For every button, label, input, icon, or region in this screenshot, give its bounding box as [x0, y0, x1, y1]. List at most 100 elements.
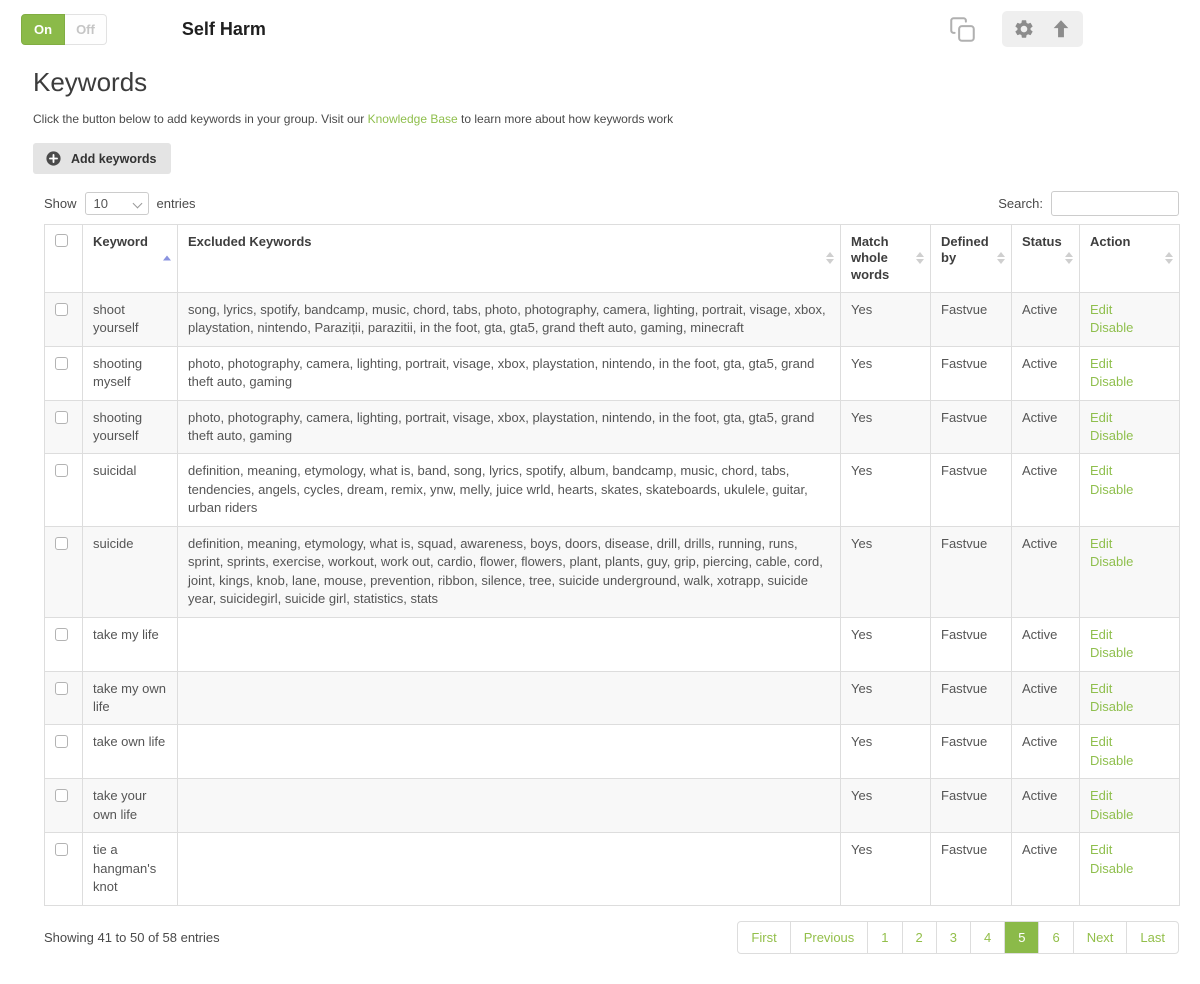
- column-header-keyword[interactable]: Keyword: [83, 225, 178, 293]
- row-checkbox[interactable]: [55, 464, 68, 477]
- select-all-checkbox[interactable]: [55, 234, 68, 247]
- keyword-cell: tie a hangman's knot: [83, 833, 178, 905]
- edit-link[interactable]: Edit: [1090, 734, 1112, 749]
- disable-link[interactable]: Disable: [1090, 374, 1133, 389]
- edit-link[interactable]: Edit: [1090, 842, 1112, 857]
- entries-label: entries: [157, 196, 196, 211]
- match-whole-words-cell: Yes: [841, 833, 931, 905]
- column-header-excluded-label: Excluded Keywords: [188, 234, 312, 249]
- status-cell: Active: [1012, 779, 1080, 833]
- toggle-on-button[interactable]: On: [21, 14, 65, 45]
- column-header-action[interactable]: Action: [1080, 225, 1180, 293]
- column-header-match-whole-words[interactable]: Match whole words: [841, 225, 931, 293]
- page-button-next[interactable]: Next: [1074, 922, 1128, 953]
- page-button-5[interactable]: 5: [1005, 922, 1039, 953]
- excluded-keywords-cell: photo, photography, camera, lighting, po…: [178, 400, 841, 454]
- edit-link[interactable]: Edit: [1090, 356, 1112, 371]
- row-checkbox[interactable]: [55, 357, 68, 370]
- add-keywords-button[interactable]: Add keywords: [33, 143, 171, 174]
- row-select-cell: [45, 833, 83, 905]
- page-button-previous[interactable]: Previous: [791, 922, 869, 953]
- row-checkbox[interactable]: [55, 682, 68, 695]
- edit-link[interactable]: Edit: [1090, 681, 1112, 696]
- column-header-status[interactable]: Status: [1012, 225, 1080, 293]
- action-cell: Edit Disable: [1080, 292, 1180, 346]
- page-button-3[interactable]: 3: [937, 922, 971, 953]
- show-label: Show: [44, 196, 77, 211]
- excluded-keywords-cell: [178, 671, 841, 725]
- page-button-2[interactable]: 2: [903, 922, 937, 953]
- status-cell: Active: [1012, 454, 1080, 526]
- status-cell: Active: [1012, 292, 1080, 346]
- row-select-cell: [45, 454, 83, 526]
- column-header-excluded-keywords[interactable]: Excluded Keywords: [178, 225, 841, 293]
- disable-link[interactable]: Disable: [1090, 645, 1133, 660]
- edit-link[interactable]: Edit: [1090, 463, 1112, 478]
- excluded-keywords-cell: [178, 725, 841, 779]
- topbar: On Off Self Harm: [0, 0, 1200, 51]
- row-select-cell: [45, 526, 83, 617]
- disable-link[interactable]: Disable: [1090, 320, 1133, 335]
- settings-icon-group: [1002, 11, 1083, 47]
- edit-link[interactable]: Edit: [1090, 410, 1112, 425]
- match-whole-words-cell: Yes: [841, 292, 931, 346]
- keyword-cell: take your own life: [83, 779, 178, 833]
- row-checkbox[interactable]: [55, 843, 68, 856]
- disable-link[interactable]: Disable: [1090, 428, 1133, 443]
- knowledge-base-link[interactable]: Knowledge Base: [368, 112, 458, 126]
- group-title: Self Harm: [182, 19, 266, 40]
- search-input[interactable]: [1051, 191, 1179, 216]
- excluded-keywords-cell: definition, meaning, etymology, what is,…: [178, 454, 841, 526]
- row-checkbox[interactable]: [55, 303, 68, 316]
- keyword-cell: suicide: [83, 526, 178, 617]
- page-button-6[interactable]: 6: [1039, 922, 1073, 953]
- row-checkbox[interactable]: [55, 789, 68, 802]
- column-header-keyword-label: Keyword: [93, 234, 148, 249]
- disable-link[interactable]: Disable: [1090, 861, 1133, 876]
- keyword-cell: shooting yourself: [83, 400, 178, 454]
- defined-by-cell: Fastvue: [931, 400, 1012, 454]
- table-row: take my own life Yes Fastvue Active Edit…: [45, 671, 1180, 725]
- action-cell: Edit Disable: [1080, 833, 1180, 905]
- disable-link[interactable]: Disable: [1090, 699, 1133, 714]
- toggle-off-button[interactable]: Off: [65, 14, 107, 45]
- match-whole-words-cell: Yes: [841, 454, 931, 526]
- row-checkbox[interactable]: [55, 411, 68, 424]
- sort-both-icon: [1065, 252, 1073, 264]
- column-header-defined-by[interactable]: Defined by: [931, 225, 1012, 293]
- edit-link[interactable]: Edit: [1090, 788, 1112, 803]
- row-select-cell: [45, 292, 83, 346]
- upload-arrow-icon[interactable]: [1050, 18, 1072, 40]
- copy-icon[interactable]: [949, 16, 976, 43]
- edit-link[interactable]: Edit: [1090, 627, 1112, 642]
- page-title: Keywords: [33, 67, 1179, 98]
- table-header-row: Keyword Excluded Keywords Match whole wo…: [45, 225, 1180, 293]
- row-checkbox[interactable]: [55, 628, 68, 641]
- excluded-keywords-cell: [178, 833, 841, 905]
- edit-link[interactable]: Edit: [1090, 536, 1112, 551]
- row-select-cell: [45, 725, 83, 779]
- match-whole-words-cell: Yes: [841, 779, 931, 833]
- page-button-first[interactable]: First: [738, 922, 790, 953]
- defined-by-cell: Fastvue: [931, 617, 1012, 671]
- disable-link[interactable]: Disable: [1090, 753, 1133, 768]
- page-size-select[interactable]: 10: [85, 192, 149, 215]
- row-checkbox[interactable]: [55, 735, 68, 748]
- page-button-last[interactable]: Last: [1127, 922, 1178, 953]
- on-off-toggle: On Off: [21, 14, 107, 45]
- edit-link[interactable]: Edit: [1090, 302, 1112, 317]
- gear-icon[interactable]: [1013, 18, 1035, 40]
- action-cell: Edit Disable: [1080, 346, 1180, 400]
- search-label: Search:: [998, 196, 1043, 211]
- page-button-1[interactable]: 1: [868, 922, 902, 953]
- row-checkbox[interactable]: [55, 537, 68, 550]
- disable-link[interactable]: Disable: [1090, 482, 1133, 497]
- page-button-4[interactable]: 4: [971, 922, 1005, 953]
- search-area: Search:: [998, 191, 1179, 216]
- match-whole-words-cell: Yes: [841, 400, 931, 454]
- disable-link[interactable]: Disable: [1090, 554, 1133, 569]
- table-footer: Showing 41 to 50 of 58 entries FirstPrev…: [44, 921, 1179, 954]
- excluded-keywords-cell: [178, 779, 841, 833]
- match-whole-words-cell: Yes: [841, 725, 931, 779]
- table-row: suicidal definition, meaning, etymology,…: [45, 454, 1180, 526]
